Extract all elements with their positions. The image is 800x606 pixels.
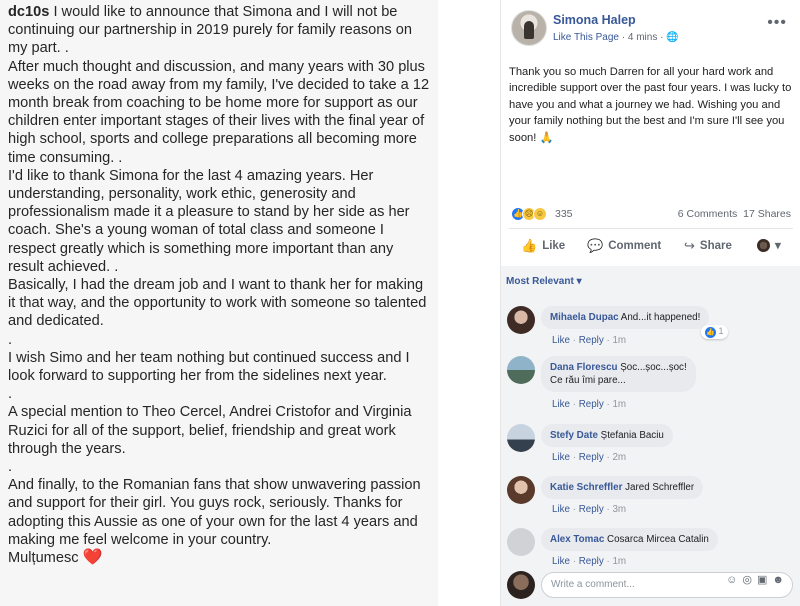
caption-paragraph-5: I wish Simo and her team nothing but con…	[8, 349, 410, 385]
comments-shares-count: 6 Comments 17 Shares	[678, 208, 791, 220]
comment-bubble: Mihaela Dupac And...it happened!	[541, 306, 710, 329]
comment-bubble: Dana Florescu Șoc...șoc...șoc! Ce rău îmi…	[541, 356, 696, 392]
reaction-count[interactable]: 335	[555, 208, 573, 220]
profile-avatar	[757, 238, 770, 252]
caption-paragraph-9: And finally, to the Romanian fans that s…	[8, 477, 421, 548]
commenter-avatar[interactable]	[507, 306, 535, 334]
instagram-username[interactable]: dc10s	[8, 4, 49, 20]
caption-dot-1: .	[8, 331, 13, 348]
comment-like-link[interactable]: Like	[552, 335, 570, 346]
comment-input-icons: ☺◎▣☻	[726, 573, 789, 586]
chevron-down-icon: ▾	[775, 240, 781, 252]
comment-bubble: Stefy Date Ștefania Baciu	[541, 424, 673, 447]
share-button[interactable]: ↪ Share	[684, 238, 732, 254]
caption-dot-2: .	[8, 386, 13, 403]
comment-meta: Like · Reply · 2m	[552, 452, 627, 463]
emoji-icon[interactable]: ☺	[726, 574, 742, 586]
comment-like-link[interactable]: Like	[552, 399, 570, 410]
comment-meta: Like · Reply · 1m	[552, 399, 627, 410]
comment-time[interactable]: 3m	[612, 504, 626, 515]
comment-reply-link[interactable]: Reply	[579, 452, 604, 463]
page-name-link[interactable]: Simona Halep	[553, 13, 636, 27]
gif-icon[interactable]: ▣	[757, 574, 772, 586]
comments-count[interactable]: 6 Comments	[678, 208, 738, 220]
comment-time[interactable]: 1m	[612, 556, 626, 567]
tagged-user[interactable]: Cosarca Mircea Catalin	[607, 534, 709, 545]
commenter-avatar[interactable]	[507, 476, 535, 504]
comment-reply-link[interactable]: Reply	[579, 335, 604, 346]
post-text: Thank you so much Darren for all your ha…	[509, 66, 792, 144]
tagged-user[interactable]: Jared Schreffler	[625, 482, 694, 493]
commenter-name[interactable]: Alex Tomac	[550, 534, 604, 545]
speech-bubble-icon: 💬	[587, 238, 604, 253]
tagged-user[interactable]: Ștefania Baciu	[601, 430, 664, 441]
current-user-avatar[interactable]	[507, 571, 535, 599]
caption-paragraph-0: dc10s I would like to announce that Simo…	[8, 4, 412, 57]
comments-section: Most Relevant ▾ Mihaela Dupac And...it h…	[501, 266, 800, 606]
post-header: Simona Halep Like This Page · 4 mins · 🌐…	[509, 10, 793, 50]
sticker-icon[interactable]: ☻	[772, 574, 789, 586]
comment-reply-link[interactable]: Reply	[579, 504, 604, 515]
comment-button[interactable]: 💬 Comment	[587, 238, 661, 254]
comment-like-link[interactable]: Like	[552, 504, 570, 515]
like-reaction-icon: 👍	[705, 327, 716, 338]
caption-paragraph-7: A special mention to Theo Cercel, Andrei…	[8, 404, 412, 457]
praying-hands-icon: 🙏	[539, 131, 554, 144]
heart-icon: ❤️	[82, 549, 103, 567]
post-actions: 👍 Like 💬 Comment ↪ Share ▾	[509, 236, 793, 258]
comment-like-link[interactable]: Like	[552, 556, 570, 567]
write-comment-row: Write a comment... ☺◎▣☻	[507, 568, 795, 602]
page-avatar[interactable]	[511, 10, 547, 46]
post-time[interactable]: 4 mins	[628, 32, 657, 43]
comment-meta: Like · Reply · 3m	[552, 504, 627, 515]
commenter-avatar[interactable]	[507, 528, 535, 556]
commenter-avatar[interactable]	[507, 424, 535, 452]
comment-bubble: Alex Tomac Cosarca Mircea Catalin	[541, 528, 718, 551]
caption-signoff: Mulțumesc ❤️	[8, 549, 103, 567]
like-page-link[interactable]: Like This Page	[553, 32, 619, 43]
divider	[509, 228, 793, 229]
globe-icon: 🌐	[666, 32, 679, 43]
commenter-name[interactable]: Stefy Date	[550, 430, 598, 441]
comment-meta: Like · Reply · 1m	[552, 556, 627, 567]
shares-count[interactable]: 17 Shares	[743, 208, 791, 220]
wow-reaction-icon: ☺	[533, 207, 547, 221]
divider-strip	[438, 0, 500, 606]
instagram-caption: dc10s I would like to announce that Simo…	[0, 0, 438, 606]
comment-meta: Like · Reply · 1m	[552, 335, 627, 346]
comment-reaction-count[interactable]: 👍 1	[701, 325, 728, 339]
commenter-name[interactable]: Katie Schreffler	[550, 482, 622, 493]
thumbs-up-icon: 👍	[521, 238, 538, 253]
comment-sort-dropdown[interactable]: Most Relevant ▾	[506, 276, 582, 287]
facebook-post: Simona Halep Like This Page · 4 mins · 🌐…	[500, 0, 800, 606]
caption-dot-3: .	[8, 459, 13, 476]
commenter-name[interactable]: Dana Florescu	[550, 362, 618, 373]
comment-like-link[interactable]: Like	[552, 452, 570, 463]
comment-time[interactable]: 2m	[612, 452, 626, 463]
commenter-avatar[interactable]	[507, 356, 535, 384]
commenter-name[interactable]: Mihaela Dupac	[550, 312, 619, 323]
comment-time[interactable]: 1m	[612, 335, 626, 346]
like-button[interactable]: 👍 Like	[521, 238, 565, 254]
reaction-profile-selector[interactable]: ▾	[757, 238, 781, 252]
camera-icon[interactable]: ◎	[742, 574, 757, 586]
post-meta: Like This Page · 4 mins · 🌐	[553, 32, 679, 43]
comment-reply-link[interactable]: Reply	[579, 399, 604, 410]
caption-paragraph-2: I'd like to thank Simona for the last 4 …	[8, 167, 410, 275]
reaction-icons[interactable]: 👍 ☹ ☺	[511, 207, 555, 221]
caption-paragraph-3: Basically, I had the dream job and I wan…	[8, 277, 427, 330]
comment-time[interactable]: 1m	[612, 399, 626, 410]
comment-reply-link[interactable]: Reply	[579, 556, 604, 567]
more-options-icon[interactable]: •••	[767, 14, 787, 32]
comment-bubble: Katie Schreffler Jared Schreffler	[541, 476, 704, 499]
caption-paragraph-1: After much thought and discussion, and m…	[8, 58, 430, 166]
reactions-bar: 👍 ☹ ☺ 335 6 Comments 17 Shares	[511, 206, 791, 222]
share-arrow-icon: ↪	[684, 238, 695, 253]
